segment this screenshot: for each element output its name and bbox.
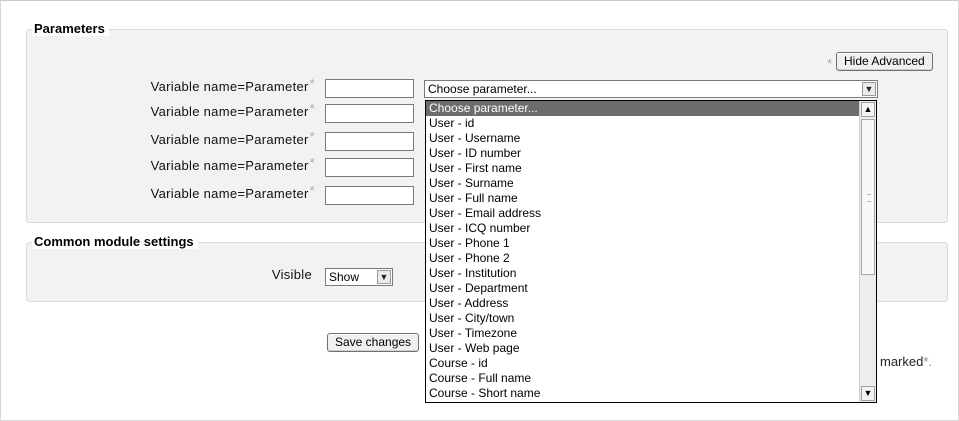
visible-select[interactable]: Show ▼ — [325, 268, 393, 286]
dropdown-option[interactable]: User - Username — [426, 131, 876, 146]
variable-name-input[interactable] — [325, 79, 414, 98]
dropdown-option[interactable]: Course - Full name — [426, 371, 876, 386]
dropdown-option[interactable]: User - Email address — [426, 206, 876, 221]
scrollbar-thumb[interactable] — [861, 119, 875, 275]
required-marker: * — [309, 155, 315, 170]
note-mark: *. — [923, 354, 933, 369]
visible-select-value: Show — [329, 270, 360, 284]
note-text: marked — [880, 354, 924, 369]
dropdown-options: Choose parameter... User - id User - Usern… — [426, 101, 876, 401]
dropdown-option[interactable]: User - First name — [426, 161, 876, 176]
required-marker: * — [309, 76, 315, 91]
dropdown-option[interactable]: User - Institution — [426, 266, 876, 281]
dropdown-option[interactable]: Course - Short name — [426, 386, 876, 401]
dropdown-option[interactable]: User - id — [426, 116, 876, 131]
dropdown-option[interactable]: User - ID number — [426, 146, 876, 161]
parameter-row-label: Variable name=Parameter* — [100, 101, 315, 119]
variable-name-input[interactable] — [325, 104, 414, 123]
dropdown-option[interactable]: User - Surname — [426, 176, 876, 191]
parameter-row-label: Variable name=Parameter* — [100, 155, 315, 173]
dropdown-option[interactable]: Choose parameter... — [426, 101, 876, 116]
save-changes-button[interactable]: Save changes — [327, 333, 420, 352]
dropdown-option[interactable]: User - Department — [426, 281, 876, 296]
required-marker: * — [309, 129, 315, 144]
required-fields-note: marked*. — [880, 354, 932, 369]
chevron-up-icon[interactable]: ▲ — [861, 102, 875, 117]
parameter-select[interactable]: Choose parameter... ▼ — [424, 80, 878, 98]
chevron-down-icon[interactable]: ▼ — [861, 386, 875, 401]
parameter-label-text: Variable name=Parameter — [150, 104, 309, 119]
dropdown-option[interactable]: User - Phone 1 — [426, 236, 876, 251]
hide-advanced-button[interactable]: Hide Advanced — [836, 52, 933, 71]
parameter-select-value: Choose parameter... — [428, 82, 537, 96]
required-marker: * — [309, 101, 315, 116]
parameters-legend: Parameters — [32, 21, 109, 36]
dropdown-option[interactable]: User - City/town — [426, 311, 876, 326]
common-settings-legend: Common module settings — [32, 234, 198, 249]
required-marker: * — [827, 56, 833, 71]
grip-icon — [867, 194, 871, 202]
parameter-row-label: Variable name=Parameter* — [100, 183, 315, 201]
dropdown-option[interactable]: User - Timezone — [426, 326, 876, 341]
dropdown-option[interactable]: User - Phone 2 — [426, 251, 876, 266]
variable-name-input[interactable] — [325, 132, 414, 151]
chevron-down-icon[interactable]: ▼ — [377, 270, 391, 284]
required-marker: * — [309, 183, 315, 198]
chevron-down-icon[interactable]: ▼ — [862, 82, 876, 96]
parameter-dropdown-list[interactable]: Choose parameter... User - id User - Usern… — [425, 100, 877, 403]
dropdown-option[interactable]: User - Full name — [426, 191, 876, 206]
dropdown-option[interactable]: User - Web page — [426, 341, 876, 356]
dropdown-option[interactable]: User - ICQ number — [426, 221, 876, 236]
variable-name-input[interactable] — [325, 186, 414, 205]
visible-label: Visible — [271, 267, 312, 282]
parameter-label-text: Variable name=Parameter — [150, 186, 309, 201]
dropdown-option[interactable]: User - Address — [426, 296, 876, 311]
parameter-label-text: Variable name=Parameter — [150, 158, 309, 173]
dropdown-option[interactable]: Course - id — [426, 356, 876, 371]
parameter-row-label: Variable name=Parameter* — [100, 129, 315, 147]
parameter-label-text: Variable name=Parameter — [150, 79, 309, 94]
parameter-row-label: Variable name=Parameter* — [100, 76, 315, 94]
dropdown-scrollbar[interactable]: ▲ ▼ — [859, 101, 876, 402]
variable-name-input[interactable] — [325, 158, 414, 177]
parameter-label-text: Variable name=Parameter — [150, 132, 309, 147]
